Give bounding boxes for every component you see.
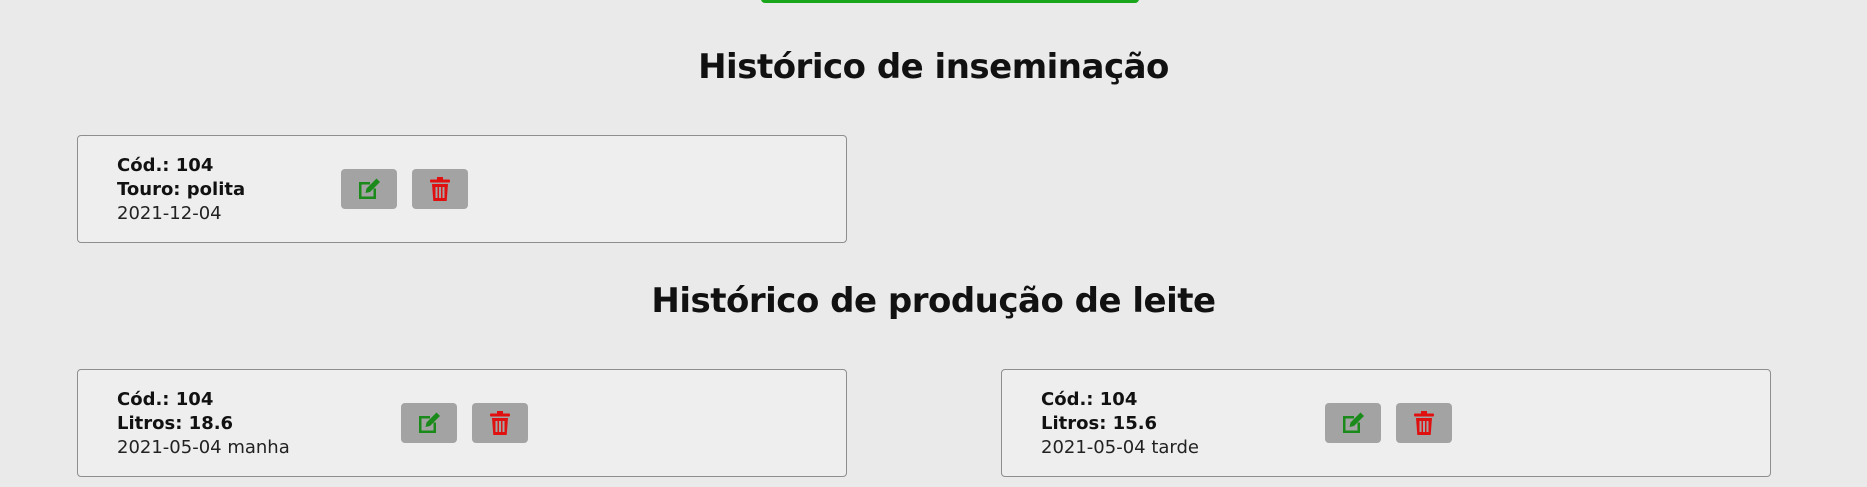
record-code: Cód.: 104 <box>1041 389 1138 410</box>
record-code: Cód.: 104 <box>117 389 214 410</box>
edit-button[interactable] <box>401 403 457 443</box>
milk-history-title: Histórico de produção de leite <box>651 281 1216 321</box>
delete-button[interactable] <box>412 169 468 209</box>
trash-icon <box>430 177 450 201</box>
edit-icon <box>359 178 380 199</box>
record-info: Cód.: 104 Touro: polita 2021-12-04 <box>117 154 245 226</box>
trash-icon <box>1414 411 1434 435</box>
milk-record-card: Cód.: 104 Litros: 18.6 2021-05-04 manha <box>77 369 847 477</box>
edit-button[interactable] <box>341 169 397 209</box>
insemination-record-card: Cód.: 104 Touro: polita 2021-12-04 <box>77 135 847 243</box>
record-info: Cód.: 104 Litros: 15.6 2021-05-04 tarde <box>1041 388 1199 460</box>
delete-button[interactable] <box>472 403 528 443</box>
record-liters: Litros: 15.6 <box>1041 413 1158 434</box>
delete-button[interactable] <box>1396 403 1452 443</box>
trash-icon <box>490 411 510 435</box>
edit-icon <box>419 412 440 433</box>
record-liters: Litros: 18.6 <box>117 413 234 434</box>
record-date: 2021-05-04 tarde <box>1041 437 1200 458</box>
insemination-history-title: Histórico de inseminação <box>698 47 1169 87</box>
record-date: 2021-12-04 <box>117 203 222 224</box>
record-bull: Touro: polita <box>117 179 246 200</box>
milk-record-card: Cód.: 104 Litros: 15.6 2021-05-04 tarde <box>1001 369 1771 477</box>
record-code: Cód.: 104 <box>117 155 214 176</box>
edit-icon <box>1343 412 1364 433</box>
edit-button[interactable] <box>1325 403 1381 443</box>
record-date: 2021-05-04 manha <box>117 437 290 458</box>
top-green-button-edge[interactable] <box>761 0 1139 3</box>
record-info: Cód.: 104 Litros: 18.6 2021-05-04 manha <box>117 388 290 460</box>
